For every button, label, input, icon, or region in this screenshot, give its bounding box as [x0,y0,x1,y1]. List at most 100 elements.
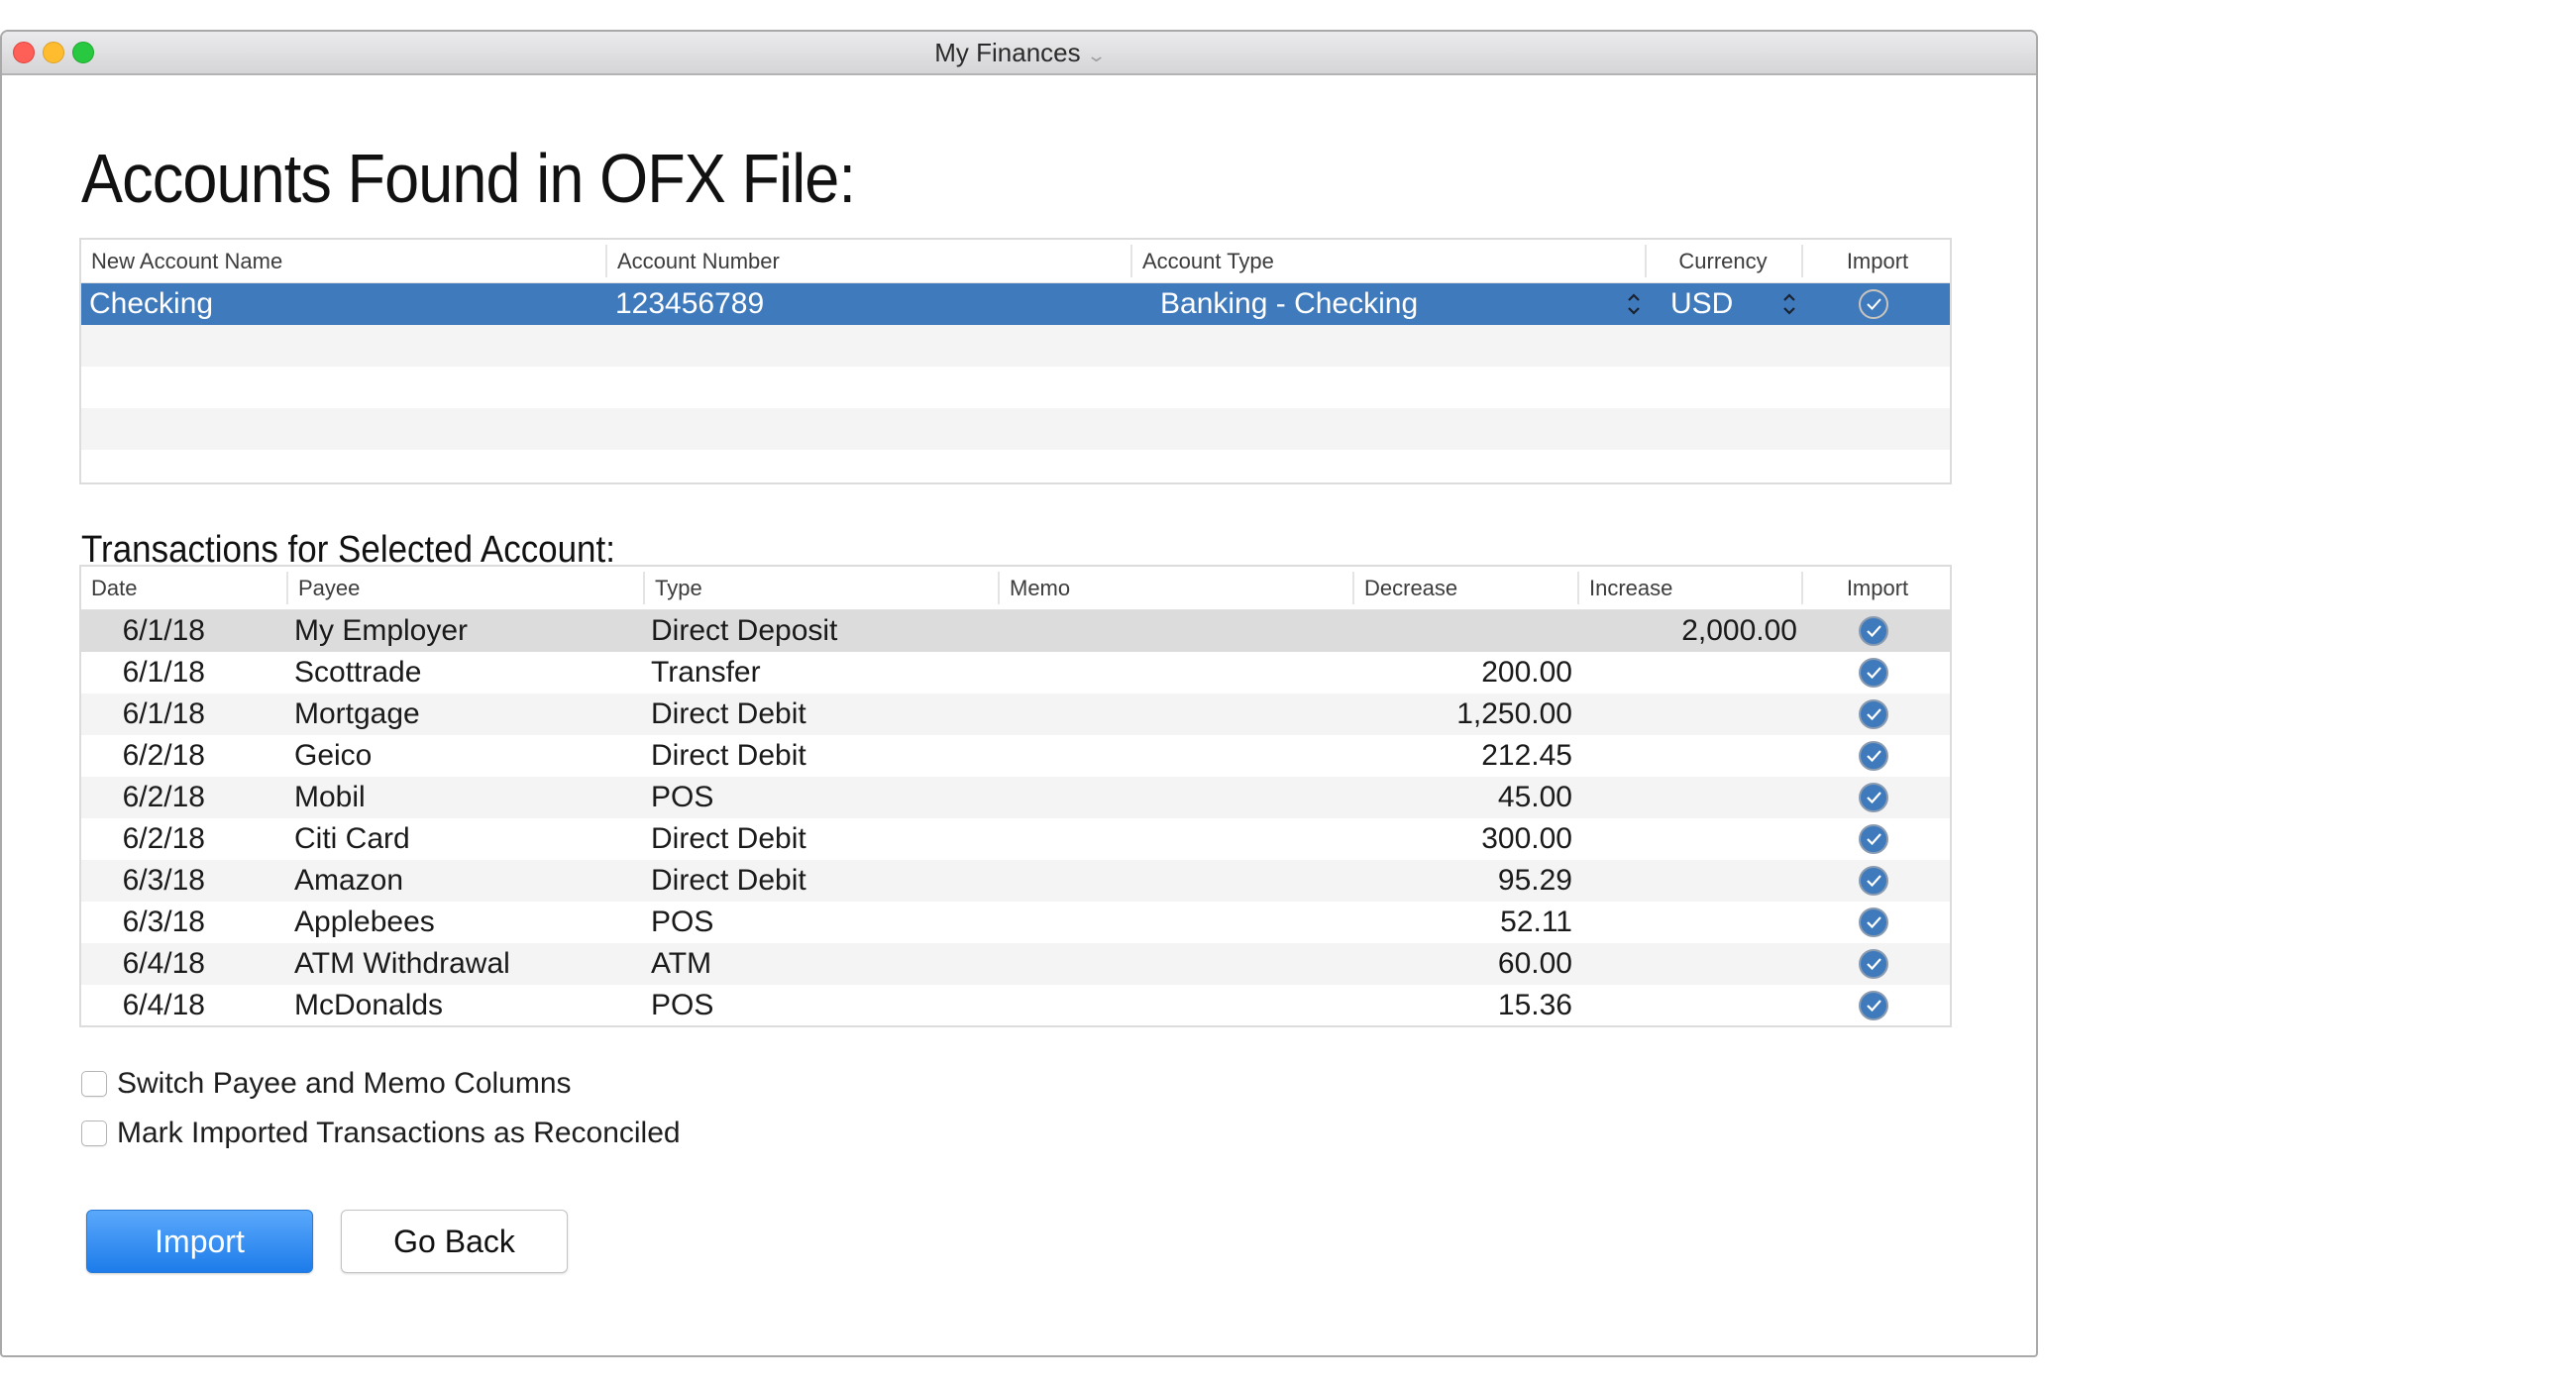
transaction-date: 6/2/18 [122,739,205,772]
empty-row [81,367,1950,408]
transaction-payee: ATM Withdrawal [294,947,510,980]
window-title-text: My Finances [934,38,1081,67]
column-header-import[interactable]: Import [1801,572,1952,604]
transaction-payee: Mobil [294,781,366,813]
transaction-import-checkbox[interactable] [1859,783,1888,812]
transaction-increase [1577,694,1797,735]
transaction-import-checkbox[interactable] [1859,907,1888,937]
transaction-date: 6/4/18 [122,989,205,1021]
transaction-date: 6/3/18 [122,906,205,938]
transaction-decrease: 60.00 [1497,947,1572,980]
account-type-stepper-icon[interactable] [1627,291,1641,317]
transaction-decrease: 45.00 [1497,781,1572,813]
checkmark-icon [1867,667,1881,680]
transaction-import-checkbox[interactable] [1859,824,1888,854]
transaction-import-checkbox[interactable] [1859,991,1888,1020]
transaction-payee: Scottrade [294,656,422,689]
transaction-increase [1577,860,1797,902]
transaction-row[interactable]: 6/4/18 ATM Withdrawal ATM 60.00 [81,943,1950,985]
checkmark-icon [1867,750,1881,763]
transaction-payee: Geico [294,739,373,772]
account-type-select[interactable]: Banking - Checking [1160,283,1418,325]
mark-reconciled-label[interactable]: Mark Imported Transactions as Reconciled [117,1117,681,1150]
chevron-down-icon: ⌄ [1085,46,1107,65]
page-title: Accounts Found in OFX File: [81,140,856,217]
account-import-checkbox[interactable] [1859,289,1888,319]
transaction-type: Direct Debit [651,739,806,772]
checkmark-icon [1867,625,1881,638]
window-title[interactable]: My Finances ⌄ [2,32,2036,73]
column-header-account-number[interactable]: Account Number [605,245,1131,277]
transaction-import-checkbox[interactable] [1859,658,1888,688]
switch-payee-memo-option[interactable]: Switch Payee and Memo Columns [81,1067,572,1101]
column-header-decrease[interactable]: Decrease [1352,572,1578,604]
import-button[interactable]: Import [86,1210,313,1273]
transaction-row[interactable]: 6/2/18 Mobil POS 45.00 [81,777,1950,818]
column-header-import[interactable]: Import [1801,245,1952,277]
transaction-import-checkbox[interactable] [1859,699,1888,729]
transaction-increase: 2,000.00 [1681,614,1797,647]
account-number-field[interactable]: 123456789 [615,283,764,325]
transaction-decrease: 52.11 [1500,906,1572,938]
column-header-type[interactable]: Type [643,572,998,604]
transaction-import-checkbox[interactable] [1859,616,1888,646]
transaction-increase [1577,985,1797,1026]
mark-reconciled-checkbox[interactable] [81,1120,107,1146]
transaction-increase [1577,943,1797,985]
transaction-date: 6/2/18 [122,822,205,855]
column-header-account-type[interactable]: Account Type [1130,245,1645,277]
transaction-decrease: 15.36 [1497,989,1572,1021]
column-header-date[interactable]: Date [81,567,287,609]
checkmark-icon [1867,875,1881,888]
transactions-body: 6/1/18 My Employer Direct Deposit 2,000.00 6… [81,610,1950,1026]
transaction-increase [1577,735,1797,777]
column-header-memo[interactable]: Memo [998,572,1352,604]
checkmark-icon [1867,298,1881,310]
empty-row [81,408,1950,450]
transaction-row[interactable]: 6/2/18 Citi Card Direct Debit 300.00 [81,818,1950,860]
transaction-date: 6/3/18 [122,864,205,897]
transaction-decrease [1352,610,1572,652]
transaction-type: Direct Deposit [651,614,838,647]
accounts-table-header: New Account Name Account Number Account … [81,240,1950,283]
transaction-payee: Applebees [294,906,435,938]
transaction-row[interactable]: 6/1/18 Scottrade Transfer 200.00 [81,652,1950,694]
switch-payee-memo-checkbox[interactable] [81,1071,107,1097]
currency-stepper-icon[interactable] [1782,291,1796,317]
transaction-date: 6/2/18 [122,781,205,813]
transaction-type: Direct Debit [651,697,806,730]
currency-select[interactable]: USD [1670,283,1733,325]
column-header-account-name[interactable]: New Account Name [81,240,606,282]
transaction-decrease: 95.29 [1497,864,1572,897]
transaction-decrease: 1,250.00 [1456,697,1572,730]
checkmark-icon [1867,833,1881,846]
transaction-row[interactable]: 6/1/18 My Employer Direct Deposit 2,000.00 [81,610,1950,652]
switch-payee-memo-label[interactable]: Switch Payee and Memo Columns [117,1067,572,1101]
checkmark-icon [1867,792,1881,804]
transaction-payee: Amazon [294,864,404,897]
transaction-row[interactable]: 6/3/18 Applebees POS 52.11 [81,902,1950,943]
column-header-increase[interactable]: Increase [1577,572,1801,604]
column-header-payee[interactable]: Payee [286,572,643,604]
transaction-row[interactable]: 6/4/18 McDonalds POS 15.36 [81,985,1950,1026]
transaction-import-checkbox[interactable] [1859,866,1888,896]
checkmark-icon [1867,1000,1881,1013]
transaction-decrease: 200.00 [1481,656,1572,689]
transaction-type: Transfer [651,656,761,689]
transaction-row[interactable]: 6/2/18 Geico Direct Debit 212.45 [81,735,1950,777]
transaction-import-checkbox[interactable] [1859,949,1888,979]
mark-reconciled-option[interactable]: Mark Imported Transactions as Reconciled [81,1117,681,1150]
transaction-payee: My Employer [294,614,469,647]
checkmark-icon [1867,708,1881,721]
transaction-row[interactable]: 6/1/18 Mortgage Direct Debit 1,250.00 [81,694,1950,735]
transaction-type: POS [651,781,714,813]
account-name-field[interactable]: Checking [89,283,213,325]
transaction-decrease: 212.45 [1481,739,1572,772]
transaction-import-checkbox[interactable] [1859,741,1888,771]
transaction-row[interactable]: 6/3/18 Amazon Direct Debit 95.29 [81,860,1950,902]
column-header-currency[interactable]: Currency [1645,245,1799,277]
go-back-button[interactable]: Go Back [341,1210,568,1273]
transaction-date: 6/1/18 [122,697,205,730]
transaction-payee: McDonalds [294,989,444,1021]
account-row[interactable]: Checking 123456789 Banking - Checking US… [81,283,1950,325]
